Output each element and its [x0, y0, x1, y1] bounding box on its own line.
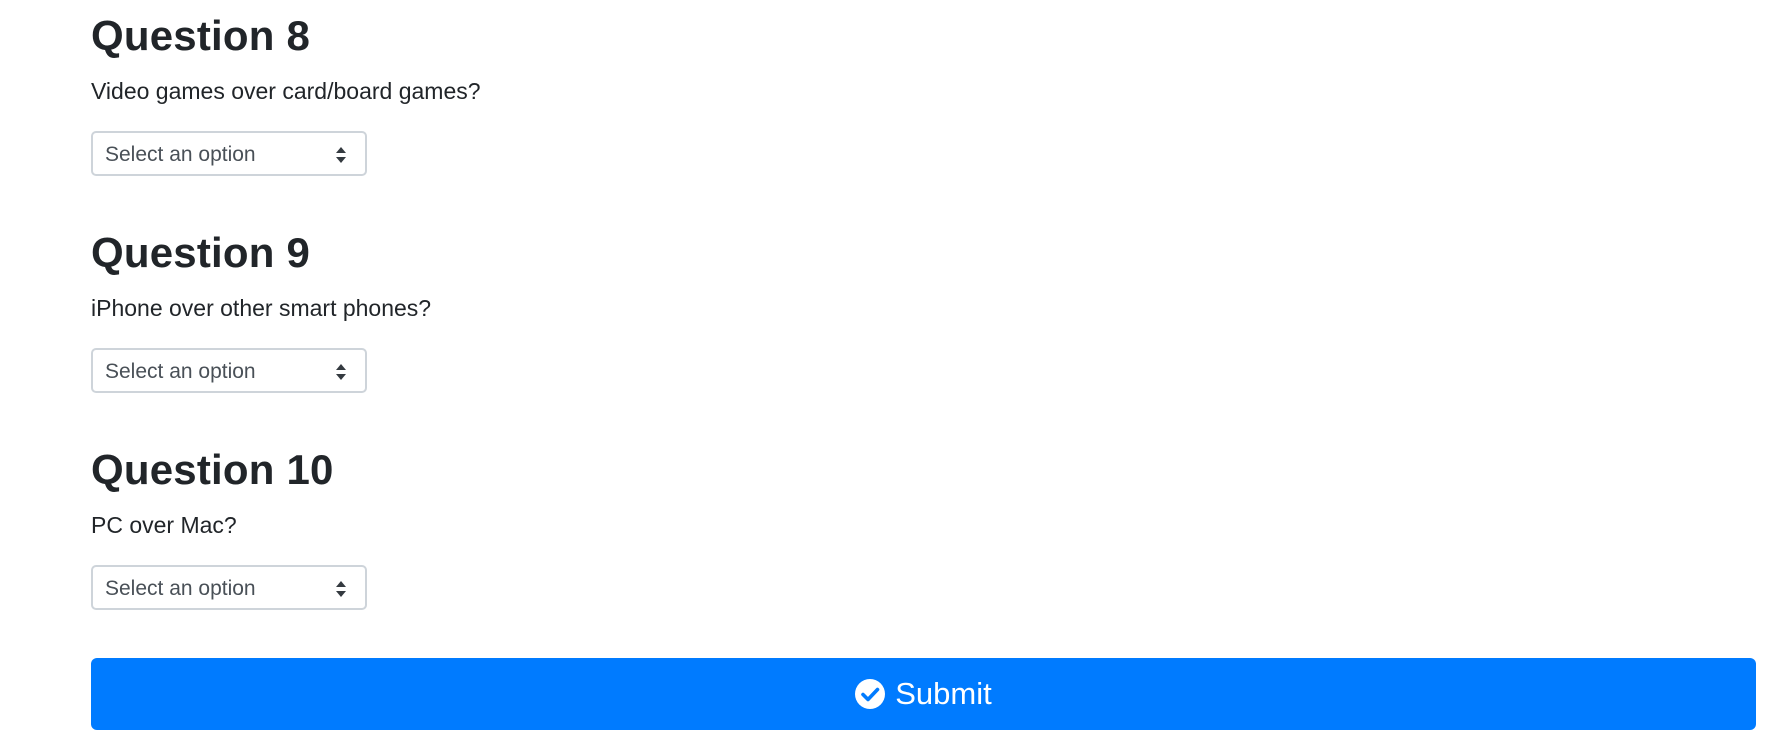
check-circle-icon	[855, 679, 886, 709]
sort-arrows-icon	[336, 581, 346, 597]
submit-button[interactable]: Submit	[91, 658, 1756, 730]
sort-arrows-icon	[336, 147, 346, 163]
question-text: Video games over card/board games?	[91, 78, 481, 104]
select-value: Select an option	[105, 577, 256, 600]
select-value: Select an option	[105, 360, 256, 383]
select-value: Select an option	[105, 143, 256, 166]
submit-label: Submit	[895, 676, 992, 711]
question-title: Question 9	[91, 229, 311, 276]
question-title: Question 10	[91, 446, 334, 493]
question-10-select[interactable]: Select an option	[91, 565, 367, 610]
question-9: Question 9 iPhone over other smart phone…	[91, 217, 1756, 434]
question-10: Question 10 PC over Mac? Select an optio…	[91, 434, 1756, 651]
question-text: PC over Mac?	[91, 512, 237, 538]
question-title: Question 8	[91, 12, 311, 59]
survey-form: Question 8 Video games over card/board g…	[91, 0, 1756, 651]
question-8-select[interactable]: Select an option	[91, 131, 367, 176]
question-text: iPhone over other smart phones?	[91, 295, 432, 321]
sort-arrows-icon	[336, 364, 346, 380]
question-8: Question 8 Video games over card/board g…	[91, 0, 1756, 217]
question-9-select[interactable]: Select an option	[91, 348, 367, 393]
